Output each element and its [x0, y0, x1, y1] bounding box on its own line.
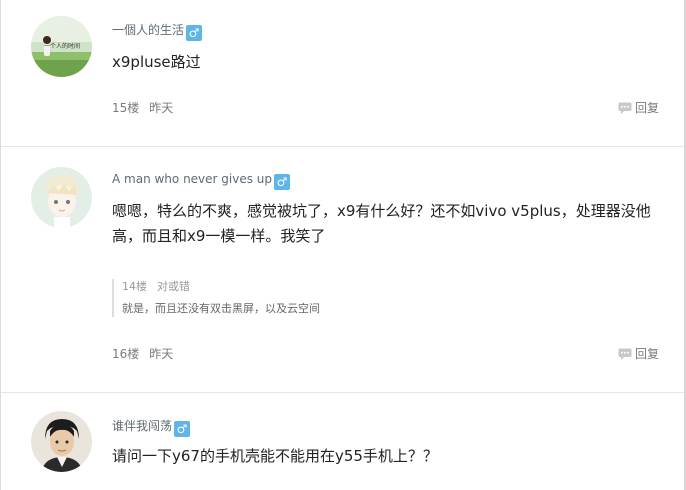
svg-text:一个人的时间: 一个人的时间: [44, 42, 80, 50]
comment-list: 一个人的时间 一個人的生活 ♂ x9pluse路过 15楼 昨天 回复 A ma…: [0, 0, 686, 490]
reply-button[interactable]: 回复: [618, 346, 659, 362]
quoted-reply-meta: 14楼 对或错: [122, 279, 657, 295]
comment-meta: 15楼 昨天: [112, 100, 173, 116]
avatar-field-person-icon: 一个人的时间: [31, 16, 92, 77]
username[interactable]: A man who never gives up ♂: [112, 171, 291, 190]
username[interactable]: 一個人的生活 ♂: [112, 22, 203, 41]
quoted-reply: 14楼 对或错 就是，而且还没有双击黑屏，以及云空间: [112, 279, 657, 317]
comment-text: 嗯嗯，特么的不爽，感觉被坑了，x9有什么好？还不如vivo v5plus，处理器…: [112, 202, 651, 245]
floor-number: 16楼: [112, 347, 140, 361]
avatar-anime-boy-icon: [31, 167, 92, 228]
comment-text: 请问一下y67的手机壳能不能用在y55手机上？？: [112, 447, 438, 465]
username[interactable]: 谁伴我闯荡 ♂: [112, 418, 191, 437]
quoted-reply-text: 就是，而且还没有双击黑屏，以及云空间: [122, 302, 320, 315]
male-icon: ♂: [274, 174, 291, 190]
username-text[interactable]: 谁伴我闯荡: [112, 419, 172, 433]
reply-label[interactable]: 回复: [635, 347, 659, 361]
timestamp: 昨天: [149, 347, 174, 361]
male-icon: ♂: [174, 421, 191, 437]
comment-item: 一个人的时间 一個人的生活 ♂ x9pluse路过 15楼 昨天 回复: [1, 0, 685, 146]
quoted-author[interactable]: 对或错: [157, 280, 190, 293]
reply-label[interactable]: 回复: [635, 101, 659, 115]
username-text[interactable]: 一個人的生活: [112, 23, 184, 37]
comment-meta: 16楼 昨天: [112, 346, 173, 362]
avatar[interactable]: [31, 167, 92, 228]
floor-number: 15楼: [112, 101, 140, 115]
male-icon: ♂: [186, 25, 203, 41]
username-text[interactable]: A man who never gives up: [112, 172, 272, 186]
quoted-floor-number: 14楼: [122, 280, 147, 293]
speech-bubble-icon: [618, 102, 632, 114]
avatar[interactable]: 一个人的时间: [31, 16, 92, 77]
comment-text: x9pluse路过: [112, 53, 201, 71]
timestamp: 昨天: [149, 101, 174, 115]
comment-item: 谁伴我闯荡 ♂ 请问一下y67的手机壳能不能用在y55手机上？？: [1, 393, 685, 490]
speech-bubble-icon: [618, 348, 632, 360]
avatar[interactable]: [31, 411, 92, 472]
reply-button[interactable]: 回复: [618, 100, 659, 116]
comment-item: A man who never gives up ♂ 嗯嗯，特么的不爽，感觉被坑了…: [1, 147, 685, 392]
avatar-man-portrait-icon: [31, 411, 92, 472]
